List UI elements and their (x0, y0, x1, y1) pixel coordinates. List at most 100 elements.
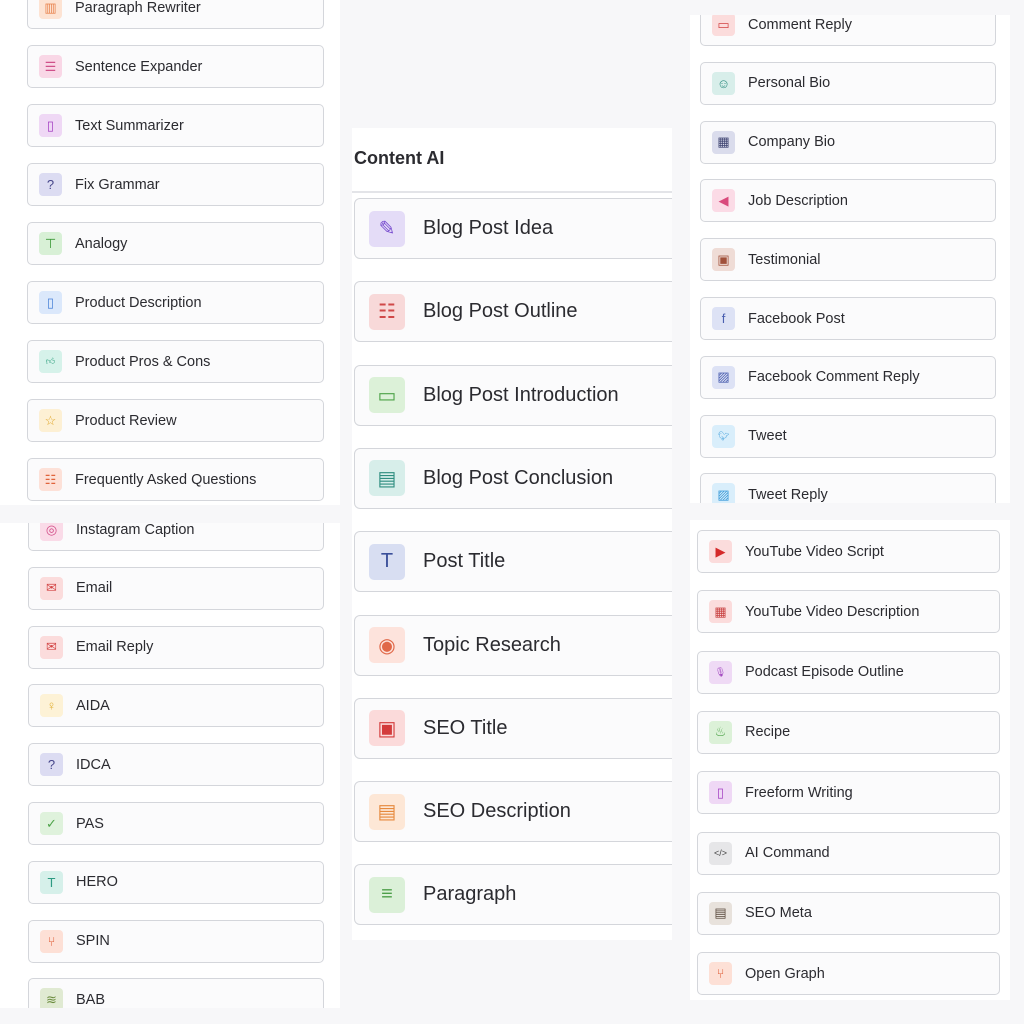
tool-card-youtube-video-script[interactable]: ▶ YouTube Video Script (697, 530, 1000, 573)
seo-icon: ▤ (709, 901, 732, 925)
tool-label: BAB (76, 991, 106, 1008)
tool-card-product-pros-cons[interactable]: 👍︎ Product Pros & Cons (27, 340, 324, 383)
tool-label: Blog Post Outline (423, 300, 578, 323)
tool-card-aida[interactable]: ♀ AIDA (28, 684, 324, 728)
tool-card-seo-description[interactable]: ▤ SEO Description (354, 781, 672, 843)
tool-card-spin[interactable]: ⑂ SPIN (28, 919, 324, 963)
graph-icon: ⑂ (40, 929, 63, 953)
tool-label: Comment Reply (748, 16, 852, 33)
tool-card-testimonial[interactable]: ▣ Testimonial (700, 238, 996, 282)
tool-card-blog-post-outline[interactable]: ☷ Blog Post Outline (354, 281, 672, 343)
tool-card-idca[interactable]: ? IDCA (28, 743, 324, 787)
tool-card-product-review[interactable]: ☆ Product Review (27, 399, 324, 442)
tool-card-instagram-caption[interactable]: ◎ Instagram Caption (28, 523, 324, 551)
tool-card-bab[interactable]: ≋ BAB (28, 978, 324, 1008)
tool-label: Sentence Expander (75, 58, 203, 75)
tool-label: Fix Grammar (75, 176, 160, 193)
tool-label: Blog Post Introduction (423, 383, 619, 406)
comment-icon: ▭ (712, 15, 735, 36)
tool-card-podcast-episode-outline[interactable]: 🎙︎ Podcast Episode Outline (697, 650, 1000, 694)
code-icon: </> (709, 841, 732, 865)
user-icon: ☺ (712, 71, 735, 95)
tool-label: Instagram Caption (76, 523, 195, 538)
tool-label: Topic Research (423, 633, 561, 656)
tool-card-fix-grammar[interactable]: ? Fix Grammar (27, 163, 324, 206)
tool-label: Tweet (748, 428, 787, 445)
divider (352, 191, 672, 193)
tool-card-facebook-comment-reply[interactable]: ▨ Facebook Comment Reply (700, 355, 996, 399)
tool-card-company-bio[interactable]: ▦ Company Bio (700, 120, 996, 164)
instagram-icon: ◎ (40, 523, 63, 541)
edit-icon: ✎ (369, 210, 405, 247)
right-bottom-panel: ▶ YouTube Video Script ▦ YouTube Video Desc… (690, 520, 1010, 1000)
tool-card-recipe[interactable]: ♨ Recipe (697, 710, 1000, 754)
tool-card-seo-title[interactable]: ▣ SEO Title (354, 697, 672, 759)
tool-card-open-graph[interactable]: ⑂ Open Graph (697, 952, 1000, 996)
tool-label: SEO Title (423, 716, 508, 739)
photo-icon: ▨ (712, 365, 735, 389)
tool-label: YouTube Video Description (745, 603, 920, 620)
tool-card-sentence-expander[interactable]: ☰ Sentence Expander (27, 45, 324, 88)
left-top-panel: ▥ Paragraph Rewriter ☰ Sentence Expander ▯ Te… (0, 0, 340, 505)
tool-card-topic-research[interactable]: ◉ Topic Research (354, 614, 672, 676)
tool-label: Product Review (75, 412, 177, 429)
tool-label: Personal Bio (748, 75, 831, 92)
tool-label: Open Graph (745, 965, 825, 982)
tool-card-ai-command[interactable]: </> AI Command (697, 831, 1000, 875)
tool-card-frequently-asked-questions[interactable]: ☷ Frequently Asked Questions (27, 458, 324, 501)
tool-card-tweet[interactable]: 🐦︎ Tweet (700, 414, 996, 458)
tool-label: SPIN (76, 933, 110, 950)
tool-label: SEO Meta (745, 905, 812, 922)
tool-card-blog-post-introduction[interactable]: ▭ Blog Post Introduction (354, 364, 672, 426)
facebook-icon: f (712, 307, 735, 330)
tool-label: AIDA (76, 697, 110, 714)
tool-card-blog-post-conclusion[interactable]: ▤ Blog Post Conclusion (354, 447, 672, 509)
tool-card-facebook-post[interactable]: f Facebook Post (700, 297, 996, 340)
database-icon: ≋ (40, 988, 63, 1008)
tool-card-tweet-reply[interactable]: ▨ Tweet Reply (700, 473, 996, 503)
tool-card-post-title[interactable]: T Post Title (354, 531, 672, 593)
tool-label: Freeform Writing (745, 784, 853, 801)
tool-card-analogy[interactable]: ⊤ Analogy (27, 222, 324, 265)
tool-label: Facebook Post (748, 310, 845, 327)
eye-scan-icon: ◉ (369, 627, 405, 663)
tool-card-hero[interactable]: T HERO (28, 860, 324, 904)
tool-label: Email (76, 580, 113, 597)
message-icon: ▤ (369, 460, 405, 497)
tool-card-freeform-writing[interactable]: ▯ Freeform Writing (697, 771, 1000, 815)
mail-icon: ✉ (40, 576, 63, 600)
check-icon: ✓ (40, 812, 63, 835)
tool-label: Facebook Comment Reply (748, 369, 920, 386)
tool-card-email[interactable]: ✉ Email (28, 566, 324, 610)
tool-label: Paragraph Rewriter (75, 0, 201, 16)
money-icon: ▣ (712, 248, 735, 272)
tool-card-paragraph-rewriter[interactable]: ▥ Paragraph Rewriter (27, 0, 324, 29)
tool-label: HERO (76, 874, 118, 891)
tool-card-email-reply[interactable]: ✉ Email Reply (28, 625, 324, 669)
tool-label: Recipe (745, 724, 791, 741)
tool-card-text-summarizer[interactable]: ▯ Text Summarizer (27, 104, 324, 147)
tool-card-personal-bio[interactable]: ☺ Personal Bio (700, 61, 996, 105)
tool-label: Analogy (75, 235, 128, 252)
tool-label: Testimonial (748, 251, 821, 268)
tool-card-job-description[interactable]: ◀ Job Description (700, 179, 996, 223)
content-ai-panel: Content AI ✎ Blog Post Idea ☷ Blog Post Out… (352, 128, 672, 940)
mail-reply-icon: ✉ (40, 635, 63, 659)
section-title: Content AI (354, 148, 445, 168)
tool-card-pas[interactable]: ✓ PAS (28, 802, 324, 845)
megaphone-icon: ◀ (712, 189, 735, 213)
layout-icon: ▤ (369, 793, 405, 830)
left-bottom-panel: ◎ Instagram Caption ✉ Email ✉ Email Reply ♀ AID… (0, 523, 340, 1008)
hierarchy-icon: ⊤ (39, 232, 62, 255)
tool-card-youtube-video-description[interactable]: ▦ YouTube Video Description (697, 590, 1000, 634)
tool-card-comment-reply[interactable]: ▭ Comment Reply (700, 15, 996, 46)
tool-label: Post Title (423, 550, 506, 573)
list-icon: ☷ (39, 468, 62, 491)
tool-card-paragraph[interactable]: ≡ Paragraph (354, 864, 672, 926)
tool-label: Frequently Asked Questions (75, 471, 257, 488)
paragraph-icon: ≡ (369, 876, 405, 913)
tool-label: YouTube Video Script (745, 543, 884, 560)
tool-card-blog-post-idea[interactable]: ✎ Blog Post Idea (354, 198, 672, 259)
tool-card-product-description[interactable]: ▯ Product Description (27, 281, 324, 324)
tool-card-seo-meta[interactable]: ▤ SEO Meta (697, 891, 1000, 935)
